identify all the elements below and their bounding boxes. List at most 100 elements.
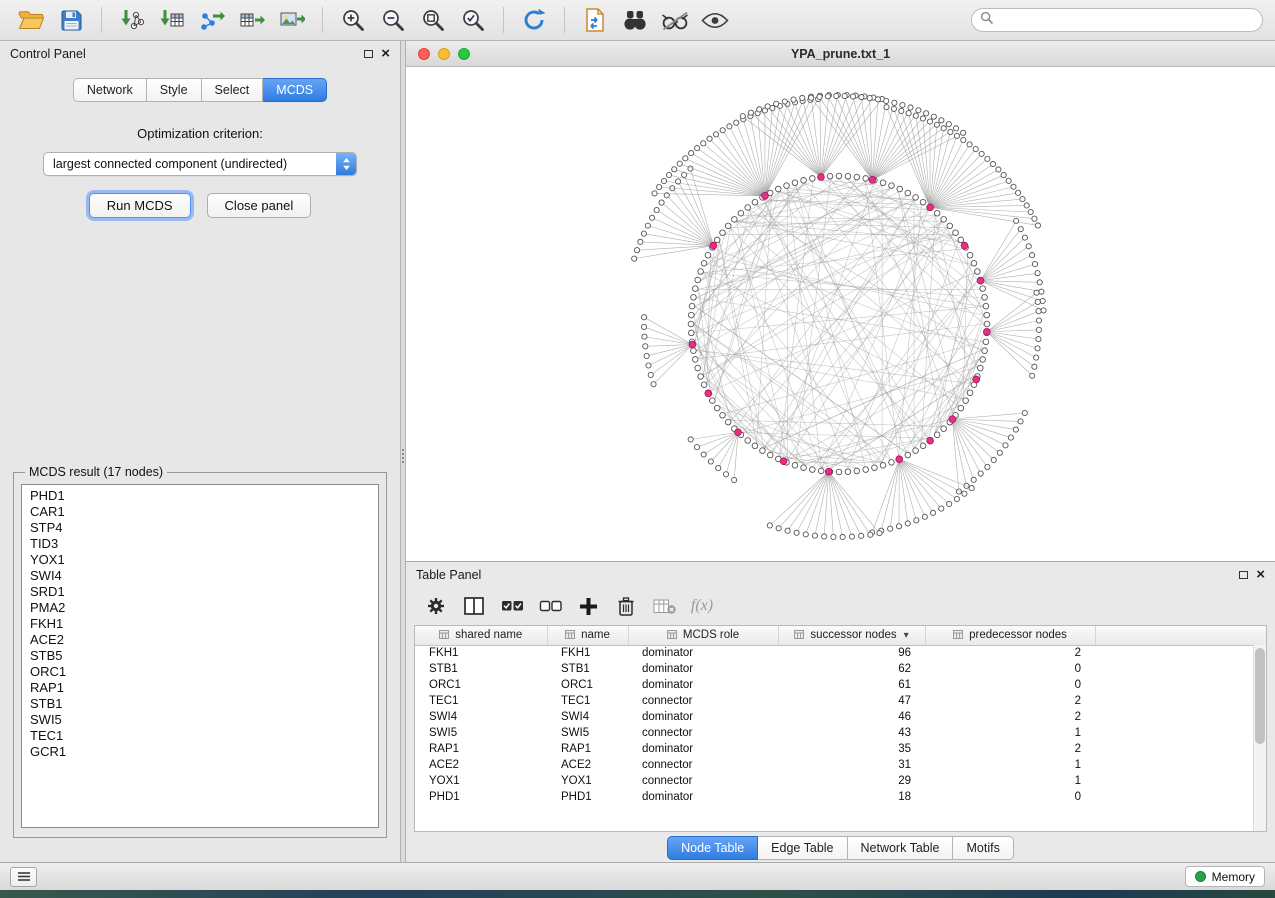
table-cell[interactable]: connector [628, 693, 778, 709]
table-row[interactable]: FKH1FKH1dominator962 [415, 645, 1266, 661]
graph-dominator-node[interactable] [961, 242, 968, 249]
show-graphics-details-icon[interactable] [696, 4, 734, 36]
table-cell[interactable]: connector [628, 757, 778, 773]
table-cell[interactable]: SWI4 [547, 709, 628, 725]
graph-node[interactable] [920, 199, 926, 205]
graph-node[interactable] [632, 256, 637, 261]
mcds-result-item[interactable]: GCR1 [30, 744, 370, 760]
graph-dominator-node[interactable] [710, 242, 717, 249]
table-cell[interactable]: 0 [925, 789, 1095, 805]
panel-splitter[interactable] [400, 41, 406, 862]
zoom-fit-icon[interactable] [414, 4, 452, 36]
graph-node[interactable] [720, 128, 725, 133]
graph-node[interactable] [784, 183, 790, 189]
graph-node[interactable] [1035, 299, 1040, 304]
graph-node[interactable] [701, 260, 707, 266]
table-tab-network-table[interactable]: Network Table [848, 836, 954, 860]
graph-node[interactable] [1028, 209, 1033, 214]
graph-node[interactable] [723, 472, 728, 477]
mcds-result-item[interactable]: SWI5 [30, 712, 370, 728]
table-cell[interactable]: 2 [925, 741, 1095, 757]
graph-node[interactable] [889, 460, 895, 466]
select-all-icon[interactable] [496, 592, 528, 620]
graph-node[interactable] [1035, 346, 1040, 351]
table-cell[interactable]: STB1 [547, 661, 628, 677]
graph-dominator-node[interactable] [927, 437, 934, 444]
search-input[interactable] [999, 13, 1254, 27]
table-cell[interactable]: SWI5 [415, 725, 547, 741]
graph-node[interactable] [983, 339, 989, 345]
graph-node[interactable] [997, 450, 1002, 455]
table-cell[interactable]: dominator [628, 741, 778, 757]
mcds-result-item[interactable]: RAP1 [30, 680, 370, 696]
table-cell[interactable]: dominator [628, 661, 778, 677]
table-row[interactable]: TEC1TEC1connector472 [415, 693, 1266, 709]
graph-node[interactable] [854, 468, 860, 474]
refresh-view-icon[interactable] [515, 4, 553, 36]
graph-node[interactable] [934, 432, 940, 438]
graph-node[interactable] [922, 514, 927, 519]
table-cell[interactable]: FKH1 [415, 645, 547, 661]
graph-node[interactable] [991, 457, 996, 462]
table-cell[interactable]: 29 [778, 773, 925, 789]
graph-node[interactable] [1032, 261, 1037, 266]
table-row[interactable]: SWI5SWI5connector431 [415, 725, 1266, 741]
table-row[interactable]: ACE2ACE2connector311 [415, 757, 1266, 773]
save-session-icon[interactable] [52, 4, 90, 36]
graph-node[interactable] [845, 469, 851, 475]
graph-node[interactable] [707, 136, 712, 141]
graph-node[interactable] [1003, 443, 1008, 448]
function-builder-icon[interactable]: f(x) [686, 592, 718, 620]
graph-node[interactable] [934, 210, 940, 216]
table-row[interactable]: PHD1PHD1dominator180 [415, 789, 1266, 805]
graph-node[interactable] [979, 151, 984, 156]
graph-node[interactable] [905, 521, 910, 526]
graph-node[interactable] [977, 365, 983, 371]
graph-node[interactable] [953, 126, 958, 131]
graph-dominator-node[interactable] [818, 174, 825, 181]
graph-node[interactable] [954, 496, 959, 501]
graph-dominator-node[interactable] [927, 204, 934, 211]
graph-node[interactable] [939, 118, 944, 123]
table-tab-edge-table[interactable]: Edge Table [758, 836, 847, 860]
table-row[interactable]: SWI4SWI4dominator462 [415, 709, 1266, 725]
graph-node[interactable] [834, 93, 839, 98]
table-cell[interactable]: ACE2 [547, 757, 628, 773]
graph-node[interactable] [961, 130, 966, 135]
graph-node[interactable] [1018, 227, 1023, 232]
graph-node[interactable] [757, 107, 762, 112]
graph-node[interactable] [854, 174, 860, 180]
graph-node[interactable] [850, 94, 855, 99]
graph-node[interactable] [982, 348, 988, 354]
graph-node[interactable] [654, 207, 659, 212]
mcds-result-item[interactable]: FKH1 [30, 616, 370, 632]
graph-node[interactable] [683, 156, 688, 161]
graph-node[interactable] [642, 334, 647, 339]
graph-node[interactable] [657, 185, 662, 190]
table-row[interactable]: STB1STB1dominator620 [415, 661, 1266, 677]
graph-node[interactable] [775, 186, 781, 192]
control-panel-close-icon[interactable]: × [381, 49, 390, 59]
graph-node[interactable] [701, 141, 706, 146]
graph-node[interactable] [954, 133, 959, 138]
mcds-result-item[interactable]: PHD1 [30, 488, 370, 504]
graph-dominator-node[interactable] [705, 390, 712, 397]
column-header-MCDS-role[interactable]: MCDS role [628, 626, 778, 645]
graph-node[interactable] [975, 269, 981, 275]
graph-node[interactable] [732, 477, 737, 482]
table-cell[interactable]: 2 [925, 709, 1095, 725]
graph-node[interactable] [643, 344, 648, 349]
mcds-result-item[interactable]: YOX1 [30, 552, 370, 568]
float-table-panel-icon[interactable] [1239, 570, 1248, 580]
graph-node[interactable] [1034, 355, 1039, 360]
graph-node[interactable] [971, 260, 977, 266]
graph-node[interactable] [645, 223, 650, 228]
graph-node[interactable] [920, 116, 925, 121]
graph-node[interactable] [859, 95, 864, 100]
graph-node[interactable] [891, 106, 896, 111]
graph-node[interactable] [939, 506, 944, 511]
graph-node[interactable] [661, 178, 666, 183]
graph-node[interactable] [693, 286, 699, 292]
network-window-titlebar[interactable]: YPA_prune.txt_1 [406, 41, 1275, 67]
graph-node[interactable] [958, 405, 964, 411]
